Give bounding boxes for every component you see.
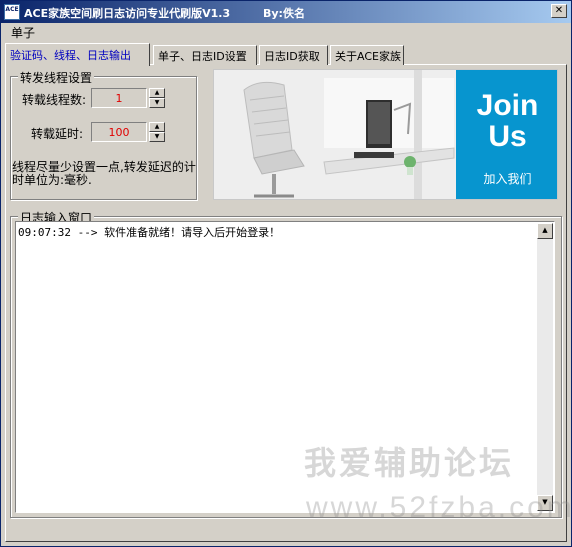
delay-label: 转载延时:	[31, 127, 84, 141]
title-bar[interactable]: ACE ACE家族空间刷日志访问专业代刷版V1.3 By:佚名 ✕	[1, 1, 571, 23]
main-window: ACE ACE家族空间刷日志访问专业代刷版V1.3 By:佚名 ✕ 单子 验证码…	[0, 0, 572, 547]
delay-down-button[interactable]: ▼	[149, 132, 165, 142]
join-us-banner[interactable]: Join Us 加入我们	[213, 69, 558, 200]
close-icon: ✕	[554, 5, 564, 16]
thread-count-input[interactable]: 1	[91, 88, 147, 108]
close-button[interactable]: ✕	[551, 4, 567, 18]
join-us-panel[interactable]: Join Us 加入我们	[456, 70, 557, 199]
watermark-url: www.52fzba.com	[306, 491, 572, 524]
join-us-heading: Join Us	[456, 89, 557, 153]
thread-settings-title: 转发线程设置	[18, 69, 95, 86]
thread-count-spinner: ▲ ▼	[149, 88, 165, 108]
log-scrollbar[interactable]: ▲ ▼	[537, 223, 553, 511]
tab-order-log-id-settings[interactable]: 单子、日志ID设置	[153, 45, 257, 65]
tab-captcha-thread-log[interactable]: 验证码、线程、日志输出	[5, 43, 150, 66]
office-illustration	[214, 70, 456, 199]
join-us-subtitle: 加入我们	[483, 172, 532, 186]
tab-strip: 验证码、线程、日志输出 单子、日志ID设置 日志ID获取 关于ACE家族	[5, 43, 567, 66]
delay-spinner: ▲ ▼	[149, 122, 165, 142]
window-author: By:佚名	[263, 7, 305, 20]
thread-hint-text: 线程尽量少设置一点,转发延迟的计时单位为:毫秒.	[12, 160, 196, 187]
tab-about-ace[interactable]: 关于ACE家族	[330, 45, 404, 65]
scroll-up-button[interactable]: ▲	[537, 223, 553, 239]
log-line: 09:07:32 --> 软件准备就绪！请导入后开始登录！	[18, 226, 281, 239]
menu-bar: 单子	[1, 23, 571, 41]
join-us-line1: Join	[476, 89, 539, 122]
app-icon: ACE	[4, 4, 20, 20]
watermark-forum-name: 我爱辅助论坛	[304, 444, 515, 482]
delay-up-button[interactable]: ▲	[149, 122, 165, 132]
thread-count-label: 转载线程数:	[22, 93, 87, 107]
app-icon-text: ACE	[5, 6, 19, 13]
tab-log-id-fetch[interactable]: 日志ID获取	[259, 45, 328, 65]
thread-count-up-button[interactable]: ▲	[149, 88, 165, 98]
delay-input[interactable]: 100	[91, 122, 147, 142]
menu-item-danzi[interactable]: 单子	[9, 24, 37, 41]
office-photo	[214, 70, 456, 199]
join-us-line2: Us	[488, 120, 527, 153]
thread-count-down-button[interactable]: ▼	[149, 98, 165, 108]
window-title: ACE家族空间刷日志访问专业代刷版V1.3	[24, 7, 231, 20]
